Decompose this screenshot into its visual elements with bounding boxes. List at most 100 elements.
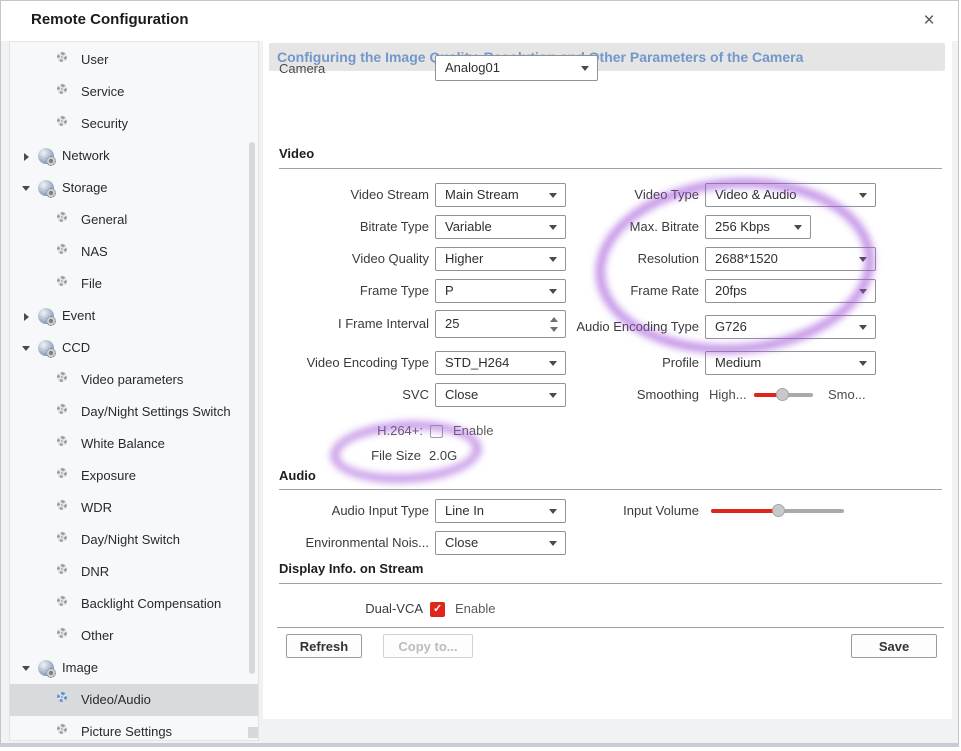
frame-type-label: Frame Type [279, 278, 429, 304]
chevron-down-icon [794, 225, 802, 230]
close-icon: × [923, 10, 934, 31]
gear-icon [57, 84, 67, 94]
display-section-divider [279, 583, 942, 584]
sidebar-item-day-night-settings-switch[interactable]: Day/Night Settings Switch [10, 396, 258, 428]
close-button[interactable]: × [916, 8, 942, 34]
slider-fill [711, 509, 778, 513]
refresh-button[interactable]: Refresh [286, 634, 362, 658]
dual-vca-label: Dual-VCA [279, 596, 423, 622]
sidebar-item-day-night-switch[interactable]: Day/Night Switch [10, 524, 258, 556]
settings-panel: Configuring the Image Quality, Resolutio… [263, 41, 952, 719]
sidebar-item-white-balance[interactable]: White Balance [10, 428, 258, 460]
sidebar-item-file[interactable]: File [10, 268, 258, 300]
sidebar-item-general[interactable]: General [10, 204, 258, 236]
chevron-down-icon [859, 325, 867, 330]
sidebar-item-event[interactable]: Event [10, 300, 258, 332]
buttons-divider [277, 627, 944, 628]
gear-icon [57, 692, 67, 702]
globe-gear-icon [38, 308, 54, 324]
smoothing-max-label: Smo... [828, 382, 866, 408]
gear-icon [57, 116, 67, 126]
sidebar-item-security[interactable]: Security [10, 108, 258, 140]
input-volume-slider[interactable] [711, 509, 844, 513]
globe-gear-icon [38, 180, 54, 196]
sidebar-item-video-audio[interactable]: Video/Audio [10, 684, 258, 716]
environmental-noise-select[interactable]: Close [435, 531, 566, 555]
frame-rate-select[interactable]: 20fps [705, 279, 876, 303]
slider-thumb[interactable] [772, 504, 785, 517]
gear-icon [57, 212, 67, 222]
smoothing-slider[interactable] [754, 393, 813, 397]
video-type-select[interactable]: Video & Audio [705, 183, 876, 207]
bitrate-type-label: Bitrate Type [279, 214, 429, 240]
gear-icon [57, 404, 67, 414]
file-size-value: 2.0G [429, 443, 457, 469]
h264-plus-label: H.264+: [279, 418, 423, 444]
input-volume-label: Input Volume [499, 498, 699, 524]
camera-label: Camera [279, 56, 399, 82]
sidebar-item-exposure[interactable]: Exposure [10, 460, 258, 492]
gear-icon [57, 532, 67, 542]
sidebar-item-image[interactable]: Image [10, 652, 258, 684]
environmental-noise-label: Environmental Nois... [279, 530, 429, 556]
max-bitrate-select[interactable]: 256 Kbps [705, 215, 811, 239]
gear-icon [57, 564, 67, 574]
slider-thumb[interactable] [776, 388, 789, 401]
profile-label: Profile [499, 350, 699, 376]
sidebar-item-service[interactable]: Service [10, 76, 258, 108]
video-type-label: Video Type [499, 182, 699, 208]
sidebar-item-wdr[interactable]: WDR [10, 492, 258, 524]
profile-select[interactable]: Medium [705, 351, 876, 375]
video-section-title: Video [279, 144, 314, 164]
gear-icon [57, 628, 67, 638]
globe-gear-icon [38, 340, 54, 356]
sidebar-item-video-parameters[interactable]: Video parameters [10, 364, 258, 396]
camera-value: Analog01 [445, 56, 500, 80]
video-section-divider [279, 168, 942, 169]
camera-select[interactable]: Analog01 [435, 55, 598, 81]
dual-vca-enable-label: Enable [455, 596, 495, 622]
gear-icon [57, 500, 67, 510]
sidebar-tree: User Service Security Network Storage Ge… [9, 41, 259, 741]
globe-gear-icon [38, 148, 54, 164]
audio-section-title: Audio [279, 466, 316, 486]
audio-section-divider [279, 489, 942, 490]
smoothing-min-label: High... [709, 382, 747, 408]
chevron-expanded-icon[interactable] [22, 346, 30, 351]
globe-gear-icon [38, 660, 54, 676]
sidebar-item-backlight-compensation[interactable]: Backlight Compensation [10, 588, 258, 620]
h264-plus-enable-label: Enable [453, 418, 493, 444]
chevron-down-icon [859, 257, 867, 262]
chevron-down-icon [549, 541, 557, 546]
audio-encoding-type-select[interactable]: G726 [705, 315, 876, 339]
svc-label: SVC [279, 382, 429, 408]
sidebar-item-user[interactable]: User [10, 44, 258, 76]
chevron-down-icon [859, 361, 867, 366]
chevron-expanded-icon[interactable] [22, 186, 30, 191]
sidebar-item-nas[interactable]: NAS [10, 236, 258, 268]
save-button[interactable]: Save [851, 634, 937, 658]
sidebar-item-ccd[interactable]: CCD [10, 332, 258, 364]
dual-vca-checkbox[interactable] [430, 602, 445, 617]
video-encoding-type-label: Video Encoding Type [279, 350, 429, 376]
sidebar-item-storage[interactable]: Storage [10, 172, 258, 204]
resolution-select[interactable]: 2688*1520 [705, 247, 876, 271]
sidebar-item-dnr[interactable]: DNR [10, 556, 258, 588]
resolution-label: Resolution [499, 246, 699, 272]
chevron-expanded-icon[interactable] [22, 666, 30, 671]
gear-icon [57, 52, 67, 62]
gear-icon [57, 276, 67, 286]
chevron-down-icon [859, 193, 867, 198]
chevron-collapsed-icon[interactable] [24, 313, 29, 321]
sidebar-item-other[interactable]: Other [10, 620, 258, 652]
video-quality-label: Video Quality [279, 246, 429, 272]
audio-input-type-label: Audio Input Type [279, 498, 429, 524]
sidebar-item-picture-settings[interactable]: Picture Settings [10, 716, 258, 747]
chevron-down-icon [581, 66, 589, 71]
sidebar-item-network[interactable]: Network [10, 140, 258, 172]
window-title: Remote Configuration [31, 11, 189, 28]
copy-to-button[interactable]: Copy to... [383, 634, 473, 658]
gear-icon [57, 244, 67, 254]
h264-plus-checkbox[interactable] [430, 425, 443, 438]
chevron-collapsed-icon[interactable] [24, 153, 29, 161]
